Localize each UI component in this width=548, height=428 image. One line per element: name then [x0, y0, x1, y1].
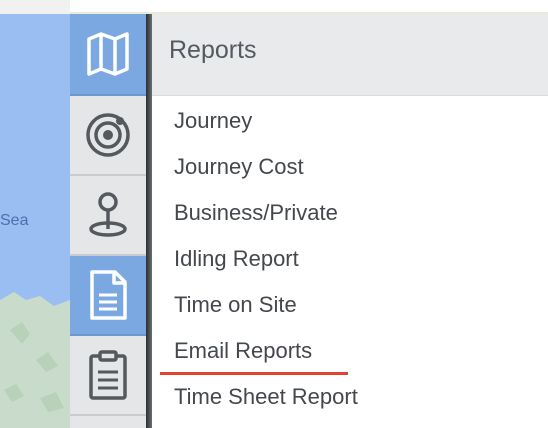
- menu-item-time-sheet-report[interactable]: Time Sheet Report: [174, 380, 358, 414]
- map-background[interactable]: Sea: [0, 0, 70, 428]
- menu-item-time-on-site[interactable]: Time on Site: [174, 288, 297, 322]
- clipboard-icon: [89, 350, 127, 400]
- rail-map-button[interactable]: [70, 14, 146, 96]
- menu-item-email-reports[interactable]: Email Reports: [174, 334, 312, 368]
- document-icon: [90, 270, 127, 320]
- rail-clipboard-button[interactable]: [70, 336, 146, 416]
- rail-target-button[interactable]: [70, 96, 146, 176]
- map-sea-label: Sea: [0, 212, 29, 229]
- target-icon: [86, 113, 130, 157]
- icon-rail: [70, 14, 146, 428]
- rail-location-button[interactable]: [70, 176, 146, 256]
- panel-title: Reports: [169, 36, 257, 64]
- email-reports-highlight-underline: [160, 372, 348, 375]
- reports-panel: Reports Journey Journey Cost Business/Pr…: [152, 14, 548, 428]
- menu-item-journey[interactable]: Journey: [174, 104, 252, 138]
- location-pin-icon: [89, 192, 127, 237]
- map-icon: [87, 32, 129, 76]
- panel-header: Reports: [152, 14, 548, 96]
- menu-item-idling-report[interactable]: Idling Report: [174, 242, 299, 276]
- menu-item-business-private[interactable]: Business/Private: [174, 196, 338, 230]
- menu-item-journey-cost[interactable]: Journey Cost: [174, 150, 304, 184]
- rail-reports-button[interactable]: [70, 256, 146, 336]
